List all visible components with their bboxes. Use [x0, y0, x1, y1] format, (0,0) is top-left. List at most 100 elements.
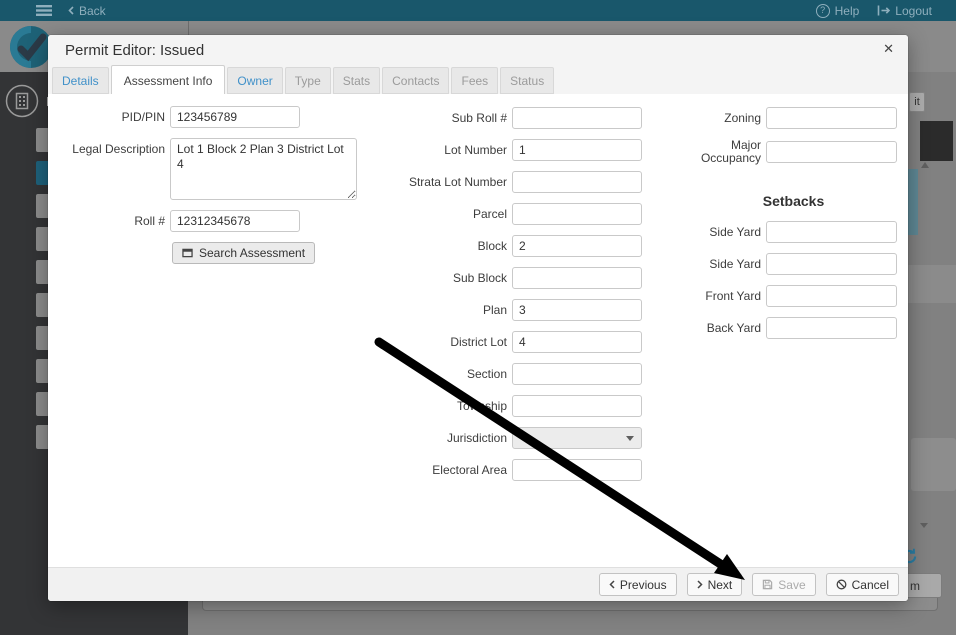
form-row: Strata Lot Number — [400, 171, 642, 193]
modal-header: Permit Editor: Issued ✕ — [48, 35, 908, 66]
strata-lot-number-input[interactable] — [512, 171, 642, 193]
bg-caret-icon — [920, 523, 928, 528]
hamburger-icon[interactable] — [36, 5, 52, 16]
tab-contacts[interactable]: Contacts — [382, 67, 449, 94]
tab-owner[interactable]: Owner — [227, 67, 282, 94]
form-row: Sub Roll # — [400, 107, 642, 129]
setbacks-heading: Setbacks — [690, 193, 897, 209]
plan-input[interactable] — [512, 299, 642, 321]
logout-button[interactable]: Logout — [877, 4, 932, 18]
app-logo — [9, 25, 53, 74]
pid-pin-input[interactable] — [170, 106, 300, 128]
form-row: Parcel — [400, 203, 642, 225]
tab-assessment-info[interactable]: Assessment Info — [111, 65, 226, 94]
form-row: Major Occupancy — [690, 139, 897, 165]
side-yard-2-label: Side Yard — [690, 258, 761, 271]
lot-number-input[interactable] — [512, 139, 642, 161]
major-occupancy-input[interactable] — [766, 141, 897, 163]
bg-edit-button-clipped: it — [909, 92, 925, 112]
previous-button[interactable]: Previous — [599, 573, 677, 596]
modal-body: PID/PIN Legal DescriptionLot 1 Block 2 Pl… — [48, 94, 908, 567]
form-row: Jurisdiction — [400, 427, 642, 449]
save-icon — [762, 579, 773, 590]
sub-block-input[interactable] — [512, 267, 642, 289]
district-lot-input[interactable] — [512, 331, 642, 353]
save-label: Save — [778, 578, 805, 592]
sub-roll-input[interactable] — [512, 107, 642, 129]
form-row: Township — [400, 395, 642, 417]
modal-title: Permit Editor: Issued — [65, 42, 204, 59]
screen: Back ? Help Logout — [0, 0, 956, 635]
next-button[interactable]: Next — [687, 573, 743, 596]
cancel-label: Cancel — [852, 578, 889, 592]
parcel-input[interactable] — [512, 203, 642, 225]
permit-editor-modal: Permit Editor: Issued ✕ DetailsAssessmen… — [48, 35, 908, 601]
next-label: Next — [708, 578, 733, 592]
form-row: Plan — [400, 299, 642, 321]
cancel-icon — [836, 579, 847, 590]
form-column-right: Zoning Major Occupancy Setbacks Side Yard Si… — [690, 107, 897, 349]
bg-selected-row — [908, 169, 918, 235]
form-row: Front Yard — [690, 285, 897, 307]
form-row: Side Yard — [690, 221, 897, 243]
top-bar: Back ? Help Logout — [0, 0, 956, 21]
search-assessment-button[interactable]: Search Assessment — [172, 242, 315, 264]
logout-icon — [877, 5, 890, 16]
jurisdiction-select[interactable] — [512, 427, 642, 449]
logout-label: Logout — [895, 4, 932, 18]
cancel-button[interactable]: Cancel — [826, 573, 899, 596]
township-input[interactable] — [512, 395, 642, 417]
roll-input[interactable] — [170, 210, 300, 232]
building-icon — [5, 84, 39, 118]
lot-number-label: Lot Number — [400, 139, 507, 161]
side-yard-label: Side Yard — [690, 226, 761, 239]
form-row: Search Assessment — [68, 242, 315, 264]
pid-pin-label: PID/PIN — [68, 106, 165, 128]
zoning-input[interactable] — [766, 107, 897, 129]
tab-status[interactable]: Status — [500, 67, 554, 94]
zoning-label: Zoning — [690, 112, 761, 125]
district-lot-label: District Lot — [400, 331, 507, 353]
side-yard-2-input[interactable] — [766, 253, 897, 275]
township-label: Township — [400, 395, 507, 417]
plan-label: Plan — [400, 299, 507, 321]
form-row: PID/PIN — [68, 106, 357, 128]
form-row: Roll # — [68, 210, 357, 232]
bg-table-header — [920, 121, 953, 161]
form-row: Legal DescriptionLot 1 Block 2 Plan 3 Di… — [68, 138, 357, 200]
sub-roll-label: Sub Roll # — [400, 107, 507, 129]
tab-stats[interactable]: Stats — [333, 67, 380, 94]
back-yard-input[interactable] — [766, 317, 897, 339]
search-assessment-label: Search Assessment — [199, 246, 305, 260]
sub-block-label: Sub Block — [400, 267, 507, 289]
close-icon[interactable]: ✕ — [883, 40, 894, 58]
section-input[interactable] — [512, 363, 642, 385]
tab-type[interactable]: Type — [285, 67, 331, 94]
front-yard-input[interactable] — [766, 285, 897, 307]
block-label: Block — [400, 235, 507, 257]
window-icon — [182, 248, 193, 258]
side-yard-input[interactable] — [766, 221, 897, 243]
major-occupancy-label: Major Occupancy — [690, 139, 761, 165]
legal-description-textarea[interactable]: Lot 1 Block 2 Plan 3 District Lot 4 — [170, 138, 357, 200]
electoral-area-input[interactable] — [512, 459, 642, 481]
tab-details[interactable]: Details — [52, 67, 109, 94]
form-row: Side Yard — [690, 253, 897, 275]
jurisdiction-label: Jurisdiction — [400, 427, 507, 449]
tab-fees[interactable]: Fees — [451, 67, 498, 94]
previous-label: Previous — [620, 578, 667, 592]
form-row: Electoral Area — [400, 459, 642, 481]
back-yard-label: Back Yard — [690, 322, 761, 335]
back-button[interactable]: Back — [68, 4, 106, 18]
form-row: District Lot — [400, 331, 642, 353]
bg-button-clipped: m — [905, 573, 942, 598]
form-row: Sub Block — [400, 267, 642, 289]
form-row: Zoning — [690, 107, 897, 129]
help-icon: ? — [816, 4, 830, 18]
block-input[interactable] — [512, 235, 642, 257]
bg-row-strip — [908, 265, 956, 303]
back-label: Back — [79, 4, 106, 18]
chevron-left-icon — [609, 580, 615, 589]
save-button[interactable]: Save — [752, 573, 815, 596]
help-button[interactable]: ? Help — [816, 4, 860, 18]
